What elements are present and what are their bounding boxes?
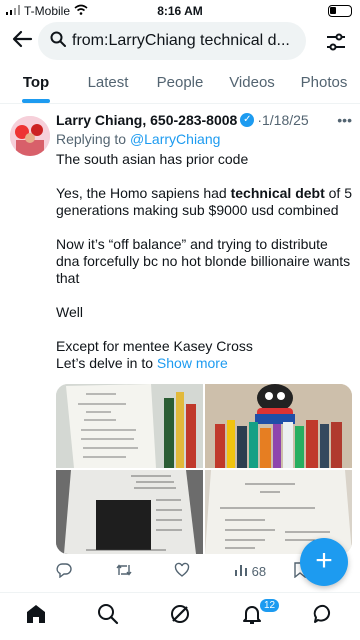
messages-icon [312, 602, 336, 631]
media-image-notes[interactable] [56, 384, 203, 468]
like-icon [174, 562, 190, 581]
tab-top[interactable]: Top [0, 68, 72, 103]
nav-explore[interactable] [72, 593, 144, 640]
search-query: from:LarryChiang technical d... [72, 32, 290, 49]
like-button[interactable] [174, 562, 233, 581]
tweet-paragraph: Now it’s “off balance” and trying to dis… [56, 236, 351, 286]
bottom-nav: 12 [0, 592, 360, 640]
text-span: Except for mentee Kasey Cross [56, 338, 253, 354]
highlight-text: technical debt [230, 185, 325, 201]
battery-icon [328, 5, 352, 17]
views-icon [234, 563, 248, 580]
search-header: from:LarryChiang technical d... [0, 22, 360, 64]
retweet-button[interactable] [115, 562, 174, 581]
clock: 8:16 AM [157, 4, 203, 18]
nav-grok[interactable] [144, 593, 216, 640]
views-count: 68 [251, 563, 267, 579]
nav-home[interactable] [0, 593, 72, 640]
media-grid [56, 384, 352, 554]
tab-videos[interactable]: Videos [216, 68, 288, 103]
show-more-link[interactable]: Show more [157, 355, 228, 371]
home-icon [24, 602, 48, 631]
tab-photos[interactable]: Photos [288, 68, 360, 103]
search-icon [50, 31, 66, 52]
explore-icon [96, 602, 120, 631]
compose-button[interactable]: + [300, 538, 348, 586]
nav-messages[interactable] [288, 593, 360, 640]
grok-icon [168, 602, 192, 631]
filter-icon[interactable] [324, 30, 348, 54]
tweet-text: The south asian has prior code Yes, the … [56, 151, 354, 372]
tab-people[interactable]: People [144, 68, 216, 103]
views-button[interactable]: 68 [234, 563, 293, 580]
search-tabs: Top Latest People Videos Photos [0, 68, 360, 104]
back-arrow-icon[interactable] [8, 28, 36, 56]
tweet-meta: Larry Chiang, 650-283-8008 ✓ · 1/18/25 [56, 112, 354, 128]
status-bar: T-Mobile 8:16 AM [0, 0, 360, 22]
avatar[interactable] [10, 116, 50, 156]
media-image-printout[interactable] [56, 470, 203, 554]
reply-button[interactable] [56, 562, 115, 581]
text-span: Let’s delve in to [56, 355, 157, 371]
search-input[interactable]: from:LarryChiang technical d... [38, 22, 306, 60]
nav-notifications[interactable]: 12 [216, 593, 288, 640]
author-name[interactable]: Larry Chiang, 650-283-8008 [56, 112, 237, 128]
tweet-date[interactable]: 1/18/25 [262, 112, 309, 128]
retweet-icon [115, 562, 133, 581]
compose-icon: + [315, 544, 333, 577]
tweet-paragraph: The south asian has prior code [56, 151, 249, 167]
replying-prefix: Replying to [56, 131, 130, 147]
tab-latest[interactable]: Latest [72, 68, 144, 103]
tweet-paragraph: Except for mentee Kasey Cross Let’s delve… [56, 338, 354, 372]
text-span: Yes, the Homo sapiens had [56, 185, 231, 201]
replying-handle[interactable]: @LarryChiang [130, 131, 220, 147]
notifications-badge: 12 [260, 599, 280, 612]
verified-icon: ✓ [240, 113, 255, 127]
media-image-bookshelf[interactable] [205, 384, 352, 468]
more-icon[interactable]: ••• [337, 112, 352, 128]
tweet-content: Larry Chiang, 650-283-8008 ✓ · 1/18/25 •… [56, 112, 354, 372]
tweet-paragraph: Well [56, 304, 83, 320]
replying-to: Replying to @LarryChiang [56, 131, 354, 147]
tweet-paragraph: Yes, the Homo sapiens had technical debt… [56, 185, 354, 219]
reply-icon [56, 562, 72, 581]
